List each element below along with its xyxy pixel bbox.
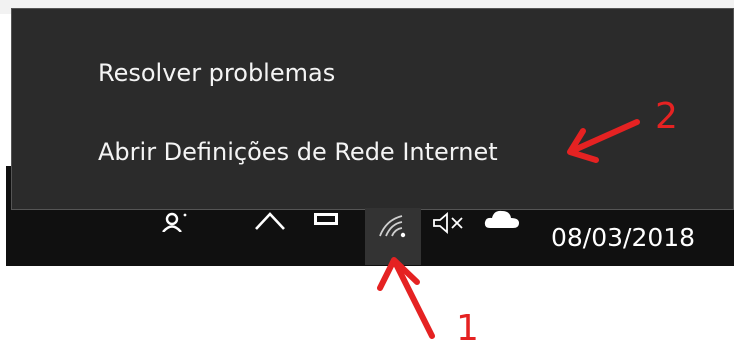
menu-item-open-network-settings[interactable]: Abrir Definições de Rede Internet	[98, 138, 498, 166]
screenshot-stage: Resolver problemas Abrir Definições de R…	[0, 0, 734, 344]
cloud-icon[interactable]	[484, 208, 520, 230]
annotation-label-1: 1	[456, 308, 479, 344]
chevron-up-icon[interactable]	[253, 210, 287, 230]
volume-muted-icon[interactable]	[432, 212, 468, 234]
person-icon[interactable]	[161, 212, 187, 232]
taskbar-date[interactable]: 08/03/2018	[551, 223, 695, 252]
wifi-icon[interactable]	[376, 212, 408, 238]
annotation-arrow-1	[377, 257, 435, 339]
network-context-menu: Resolver problemas Abrir Definições de R…	[11, 8, 734, 210]
menu-item-troubleshoot[interactable]: Resolver problemas	[98, 59, 335, 87]
window-icon[interactable]	[314, 213, 338, 225]
